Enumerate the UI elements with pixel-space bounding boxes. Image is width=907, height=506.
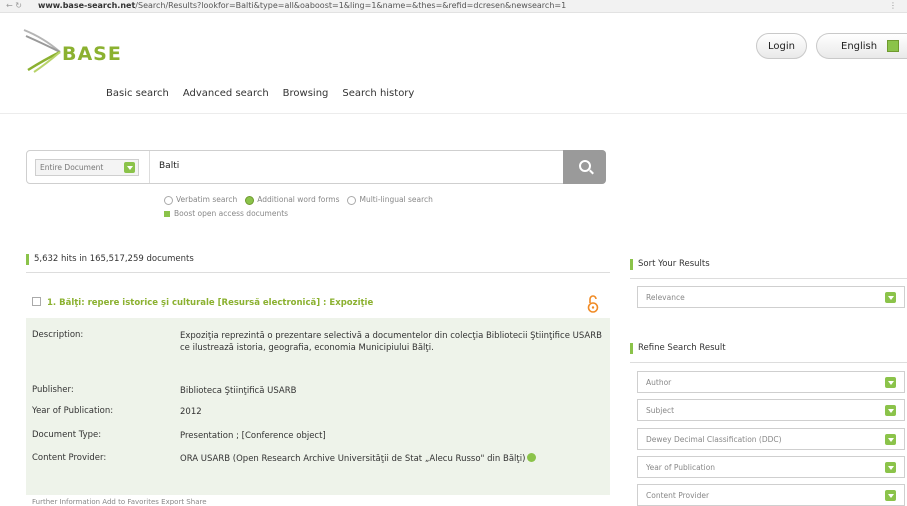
- nav-basic-search[interactable]: Basic search: [106, 88, 169, 99]
- detail-value: 2012: [180, 407, 202, 417]
- browser-menu-icon[interactable]: ⋮: [889, 0, 897, 12]
- url-path: /Search/Results?lookfor=Balti&type=all&o…: [135, 1, 567, 10]
- radio-icon: [347, 195, 357, 205]
- option-boost-label: Boost open access documents: [174, 209, 289, 218]
- search-bar: Entire Document: [26, 150, 606, 184]
- option-multilingual[interactable]: Multi-lingual search: [347, 193, 433, 207]
- result-title-link[interactable]: 1. Bălţi: repere istorice şi culturale […: [32, 297, 373, 308]
- refine-heading: Refine Search Result: [630, 343, 726, 354]
- search-options: Verbatim search Additional word forms Mu…: [164, 193, 433, 221]
- chevron-down-icon: [124, 162, 135, 173]
- chevron-down-icon: [885, 462, 896, 473]
- chevron-down-icon: [885, 490, 896, 501]
- search-button[interactable]: [563, 150, 606, 184]
- hits-summary: 5,632 hits in 165,517,259 documents: [26, 254, 194, 265]
- filter-label: Subject: [646, 406, 675, 415]
- search-input[interactable]: [159, 161, 559, 171]
- option-verbatim-label: Verbatim search: [176, 195, 238, 204]
- language-select[interactable]: English: [816, 33, 907, 59]
- filter-label: Year of Publication: [646, 463, 716, 472]
- detail-value: Expoziţia reprezintă o prezentare select…: [180, 331, 602, 353]
- nav-browsing[interactable]: Browsing: [283, 88, 329, 99]
- filter-ddc[interactable]: Dewey Decimal Classification (DDC): [637, 428, 905, 450]
- language-label: English: [841, 40, 878, 52]
- hits-divider: [26, 272, 610, 273]
- detail-label: Document Type:: [32, 430, 102, 440]
- filter-year[interactable]: Year of Publication: [637, 456, 905, 478]
- base-logo[interactable]: BASE: [22, 26, 152, 74]
- url-host: www.base-search.net: [38, 1, 136, 10]
- result-title-text: 1. Bălţi: repere istorice şi culturale […: [47, 298, 374, 308]
- browser-nav-icons[interactable]: ← ↻: [6, 0, 22, 12]
- login-button[interactable]: Login: [756, 33, 807, 59]
- open-access-icon: [587, 295, 599, 313]
- search-divider: [149, 151, 150, 183]
- login-label: Login: [768, 40, 795, 52]
- provider-info-icon[interactable]: [527, 453, 537, 462]
- detail-value: Presentation ; [Conference object]: [180, 431, 326, 441]
- result-details: Description: Expoziţia reprezintă o prez…: [26, 318, 610, 495]
- search-scope-label: Entire Document: [40, 163, 104, 172]
- refine-divider: [630, 362, 907, 363]
- checkbox-checked-icon: [164, 211, 170, 217]
- detail-label: Content Provider:: [32, 453, 107, 463]
- chevron-down-icon: [885, 377, 896, 388]
- browser-address-bar[interactable]: ← ↻ www.base-search.net/Search/Results?l…: [0, 0, 907, 13]
- radio-selected-icon: [245, 195, 255, 205]
- result-actions[interactable]: Further Information Add to Favorites Exp…: [32, 498, 472, 505]
- result-checkbox[interactable]: [32, 297, 41, 306]
- nav-search-history[interactable]: Search history: [342, 88, 414, 99]
- header-divider: [0, 113, 907, 114]
- option-multilingual-label: Multi-lingual search: [359, 195, 433, 204]
- detail-label: Publisher:: [32, 385, 74, 395]
- chevron-down-icon: [885, 434, 896, 445]
- detail-value: Biblioteca Ştiinţifică USARB: [180, 386, 297, 396]
- chevron-down-icon: [885, 292, 896, 303]
- nav-advanced-search[interactable]: Advanced search: [183, 88, 269, 99]
- filter-label: Author: [646, 378, 672, 387]
- main-nav: Basic search Advanced search Browsing Se…: [106, 88, 414, 99]
- search-icon: [579, 160, 591, 172]
- filter-label: Dewey Decimal Classification (DDC): [646, 435, 782, 444]
- option-additional-word-forms[interactable]: Additional word forms: [245, 193, 339, 207]
- language-dropdown-icon: [887, 40, 899, 52]
- detail-label: Description:: [32, 330, 84, 340]
- logo-chevron-icon: [23, 29, 61, 73]
- filter-subject[interactable]: Subject: [637, 399, 905, 421]
- filter-content-provider[interactable]: Content Provider: [637, 484, 905, 506]
- option-additional-label: Additional word forms: [257, 195, 340, 204]
- sort-divider: [630, 278, 907, 279]
- filter-label: Content Provider: [646, 491, 710, 500]
- url-text[interactable]: www.base-search.net/Search/Results?lookf…: [38, 0, 566, 12]
- search-scope-select[interactable]: Entire Document: [35, 159, 139, 176]
- sort-select[interactable]: Relevance: [637, 286, 905, 308]
- option-verbatim[interactable]: Verbatim search: [164, 193, 237, 207]
- radio-icon: [164, 195, 173, 205]
- option-boost-open-access[interactable]: Boost open access documents: [164, 207, 288, 221]
- detail-label: Year of Publication:: [32, 406, 114, 416]
- filter-author[interactable]: Author: [637, 371, 905, 393]
- chevron-down-icon: [885, 405, 896, 416]
- sort-select-value: Relevance: [646, 293, 685, 302]
- content-provider-text: ORA USARB (Open Research Archive Univers…: [180, 454, 526, 464]
- detail-value: ORA USARB (Open Research Archive Univers…: [180, 453, 602, 465]
- logo-text: BASE: [62, 43, 122, 65]
- sort-heading: Sort Your Results: [630, 259, 710, 270]
